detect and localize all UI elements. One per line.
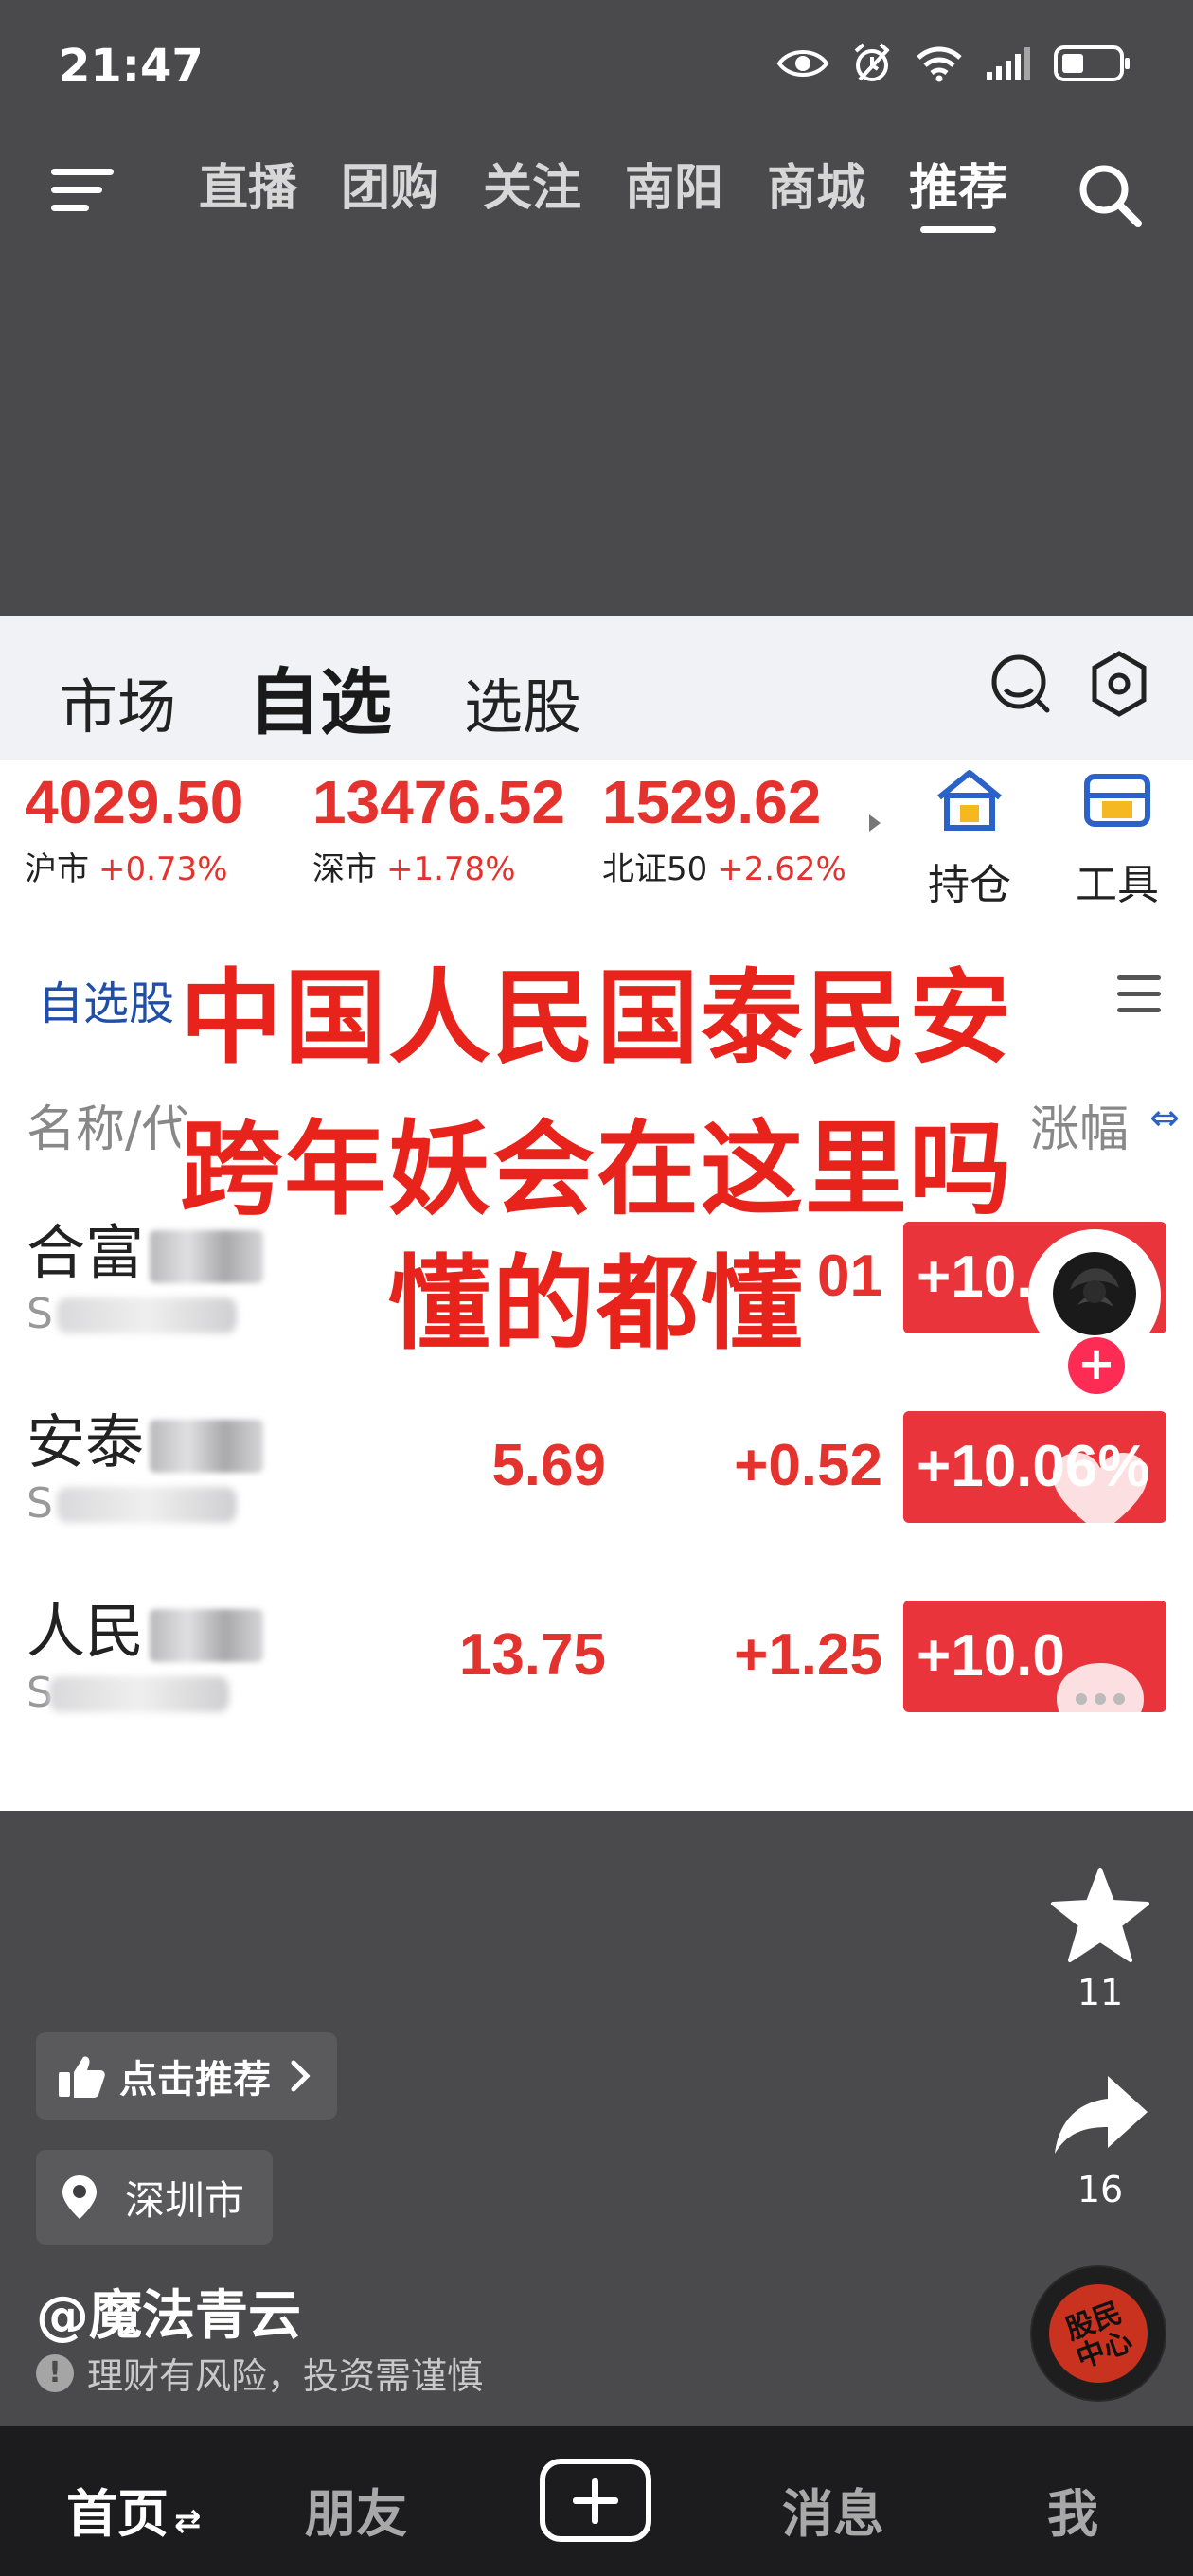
tab-following[interactable]: 关注 xyxy=(483,157,581,233)
index-value: 4029.50 xyxy=(25,768,244,836)
star-icon xyxy=(1051,1868,1149,1962)
bottom-tab-bar: 首页 ⇄ 朋友 消息 我 xyxy=(0,2426,1193,2576)
stock-name: 安泰 xyxy=(27,1407,145,1476)
stock-delta: +1.25 xyxy=(734,1622,882,1688)
index-bse50: 1529.62 北证50 +2.62% xyxy=(602,767,846,889)
index-value: 13476.52 xyxy=(312,768,565,836)
location-label: 深圳市 xyxy=(125,2176,245,2224)
blurred-text xyxy=(150,1419,264,1473)
search-icon[interactable] xyxy=(1074,159,1146,231)
location-tag[interactable]: 深圳市 xyxy=(36,2150,274,2245)
recommend-label: 点击推荐 xyxy=(119,2058,271,2102)
status-icons xyxy=(776,42,1132,89)
comment-count: 10 xyxy=(1077,1756,1124,1798)
tool-holdings: 持仓 xyxy=(903,767,1036,911)
chevron-right-icon xyxy=(291,2060,311,2092)
caret-right-icon xyxy=(869,814,881,832)
tab-me[interactable]: 我 xyxy=(1047,2472,1098,2547)
top-nav: 直播 团购 关注 南阳 商城 推荐 xyxy=(0,142,1193,246)
stock-name: 人民 xyxy=(27,1597,145,1666)
warning-icon: ! xyxy=(36,2353,74,2392)
stock-tab-market: 市场 xyxy=(59,672,177,742)
blurred-code xyxy=(49,1676,229,1712)
tab-messages[interactable]: 消息 xyxy=(782,2472,884,2547)
risk-text: 理财有风险，投资需谨慎 xyxy=(87,2355,484,2397)
tab-friends[interactable]: 朋友 xyxy=(305,2472,407,2547)
risk-notice: ! 理财有风险，投资需谨慎 xyxy=(36,2347,483,2399)
stock-tab-screener: 选股 xyxy=(464,672,582,742)
stock-price: 13.75 xyxy=(458,1622,606,1688)
index-shenzhen: 13476.52 深市 +1.78% xyxy=(312,767,565,889)
blurred-code xyxy=(57,1487,237,1523)
create-post-button[interactable] xyxy=(540,2459,651,2542)
tab-home[interactable]: 首页 ⇄ xyxy=(66,2472,202,2547)
stock-tab-watchlist: 自选 xyxy=(248,660,393,744)
battery-icon xyxy=(1053,45,1132,86)
index-name: 深市 xyxy=(312,850,377,888)
stock-delta: +0.52 xyxy=(734,1433,882,1498)
share-button[interactable]: 16 xyxy=(1042,2070,1159,2210)
favorite-count: 11 xyxy=(1077,1972,1124,2013)
stock-row: 安泰 S 5.69 +0.52 +10.06% xyxy=(0,1385,1193,1574)
index-name: 沪市 xyxy=(25,850,89,888)
tab-mall[interactable]: 商城 xyxy=(767,157,865,233)
market-indices: 4029.50 沪市 +0.73% 13476.52 深市 +1.78% 1529.… xyxy=(0,767,1193,938)
like-button[interactable]: 48 xyxy=(1042,1449,1159,1589)
tool-label: 持仓 xyxy=(928,861,1011,909)
wifi-icon xyxy=(915,45,964,86)
tool-tools: 工具 xyxy=(1051,767,1184,911)
toolbox-icon xyxy=(1084,774,1150,827)
caption-line-2: 跨年妖会在这里吗 xyxy=(179,1111,1013,1229)
tool-label: 工具 xyxy=(1076,861,1159,909)
swap-arrows-icon: ⇄ xyxy=(174,2502,202,2540)
stock-price: 5.69 xyxy=(491,1433,606,1498)
alarm-icon xyxy=(850,42,894,89)
eye-icon xyxy=(776,46,829,84)
stock-settings-icon xyxy=(1083,648,1155,720)
tab-live[interactable]: 直播 xyxy=(199,157,297,233)
status-bar: 21:47 xyxy=(0,0,1193,133)
recommend-button[interactable]: 点击推荐 xyxy=(36,2032,337,2120)
stock-app-header: 市场 自选 选股 xyxy=(0,616,1193,760)
share-icon xyxy=(1055,2076,1148,2154)
caption-line-3: 懂的都懂 xyxy=(387,1245,805,1364)
index-change: +2.62% xyxy=(717,850,846,888)
share-count: 16 xyxy=(1077,2169,1124,2210)
index-shanghai: 4029.50 沪市 +0.73% xyxy=(25,767,243,889)
like-count: 48 xyxy=(1077,1547,1124,1589)
stock-code: S xyxy=(27,1479,53,1528)
caption-line-1: 中国人民国泰民安 xyxy=(179,959,1013,1078)
music-disc-icon[interactable]: 股民 中心 xyxy=(1030,2265,1166,2402)
top-nav-tabs: 直播 团购 关注 南阳 商城 推荐 xyxy=(199,157,1007,233)
author-name[interactable]: @魔法青云 xyxy=(36,2273,301,2350)
index-change: +0.73% xyxy=(98,850,228,888)
stock-search-icon xyxy=(985,648,1057,720)
signal-icon xyxy=(985,45,1032,85)
index-change: +1.78% xyxy=(386,850,516,888)
heart-icon xyxy=(1053,1453,1148,1534)
tab-nanyang[interactable]: 南阳 xyxy=(625,157,723,233)
comment-icon xyxy=(1057,1663,1144,1743)
favorite-button[interactable]: 11 xyxy=(1042,1866,1159,2013)
stock-row: 人民 S 13.75 +1.25 +10.0 xyxy=(0,1574,1193,1763)
menu-icon[interactable] xyxy=(51,161,117,218)
location-pin-icon xyxy=(62,2175,97,2219)
status-time: 21:47 xyxy=(59,40,204,93)
tab-recommended[interactable]: 推荐 xyxy=(909,157,1007,233)
tab-home-label: 首页 xyxy=(66,2484,169,2544)
index-name: 北证50 xyxy=(602,850,708,888)
thumbs-up-icon xyxy=(59,2056,105,2098)
follow-button[interactable]: + xyxy=(1068,1337,1125,1394)
index-value: 1529.62 xyxy=(602,768,822,836)
blurred-text xyxy=(150,1608,264,1662)
tab-group-buy[interactable]: 团购 xyxy=(341,157,439,233)
holdings-icon xyxy=(937,770,1002,831)
comment-button[interactable]: 10 xyxy=(1042,1657,1159,1798)
